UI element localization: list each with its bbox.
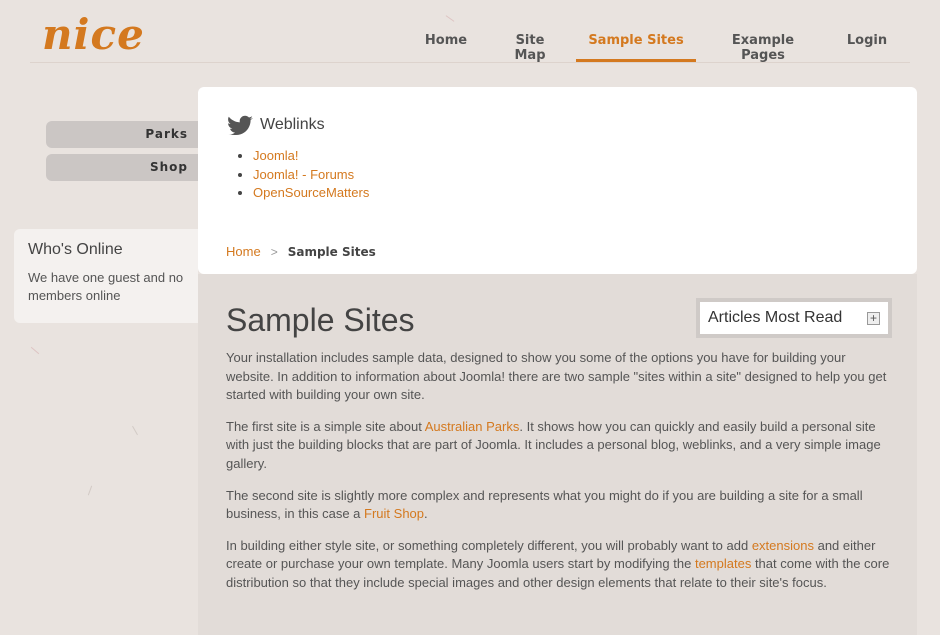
- link-templates[interactable]: templates: [695, 556, 751, 571]
- list-item: Joomla! - Forums: [253, 166, 369, 185]
- nav-example-pages[interactable]: Example Pages: [708, 33, 818, 63]
- link-opensourcematters[interactable]: OpenSourceMatters: [253, 185, 369, 200]
- weblinks-title: Weblinks: [260, 116, 325, 133]
- list-item: Joomla!: [253, 147, 369, 166]
- weblinks-panel: Weblinks Joomla! Joomla! - Forums OpenSo…: [198, 87, 917, 274]
- whos-online-text: We have one guest and no members online: [28, 270, 184, 303]
- nav-site-map[interactable]: Site Map: [498, 33, 562, 63]
- link-joomla[interactable]: Joomla!: [253, 148, 299, 163]
- link-australian-parks[interactable]: Australian Parks: [425, 419, 520, 434]
- breadcrumb-separator-icon: >: [270, 244, 278, 259]
- articles-most-read-button[interactable]: Articles Most Read +: [696, 298, 892, 338]
- paragraph: Your installation includes sample data, …: [226, 350, 887, 403]
- breadcrumb-current: Sample Sites: [287, 244, 376, 259]
- background-texture: [30, 346, 40, 355]
- plus-icon[interactable]: +: [867, 311, 880, 325]
- weblinks-header: Weblinks: [228, 115, 325, 135]
- nav-home[interactable]: Home: [420, 33, 472, 63]
- paragraph-text: The first site is a simple site about: [226, 418, 425, 434]
- breadcrumb: Home > Sample Sites: [226, 244, 376, 259]
- nav-sample-sites[interactable]: Sample Sites: [576, 33, 696, 63]
- sidebar-item-parks[interactable]: Parks: [46, 121, 198, 148]
- background-texture: [132, 425, 138, 436]
- main-content: Sample Sites Articles Most Read + Your i…: [198, 274, 917, 635]
- paragraph-text: In building either style site, or someth…: [226, 537, 752, 553]
- article-body: Your installation includes sample data, …: [226, 349, 894, 606]
- list-item: OpenSourceMatters: [253, 184, 369, 203]
- paragraph: The second site is slightly more complex…: [226, 487, 894, 524]
- breadcrumb-home[interactable]: Home: [226, 244, 261, 259]
- whos-online-module: Who's Online We have one guest and no me…: [14, 229, 198, 323]
- whos-online-title: Who's Online: [28, 241, 123, 258]
- link-extensions[interactable]: extensions: [752, 538, 814, 553]
- sidebar-item-shop[interactable]: Shop: [46, 154, 198, 181]
- weblinks-list: Joomla! Joomla! - Forums OpenSourceMatte…: [253, 147, 369, 203]
- link-fruit-shop[interactable]: Fruit Shop: [364, 506, 424, 521]
- main-nav: Home Site Map Sample Sites Example Pages…: [0, 0, 940, 63]
- paragraph-text: .: [424, 506, 428, 522]
- articles-most-read-label: Articles Most Read: [708, 309, 843, 326]
- paragraph: In building either style site, or someth…: [226, 537, 894, 593]
- page-title: Sample Sites: [226, 302, 415, 338]
- header-divider: [30, 62, 910, 63]
- paragraph-text: The second site is slightly more complex…: [226, 487, 863, 522]
- background-texture: [87, 485, 93, 496]
- link-joomla-forums[interactable]: Joomla! - Forums: [253, 167, 354, 182]
- twitter-bird-icon: [228, 115, 253, 135]
- paragraph: The first site is a simple site about Au…: [226, 418, 894, 474]
- nav-login[interactable]: Login: [842, 33, 892, 63]
